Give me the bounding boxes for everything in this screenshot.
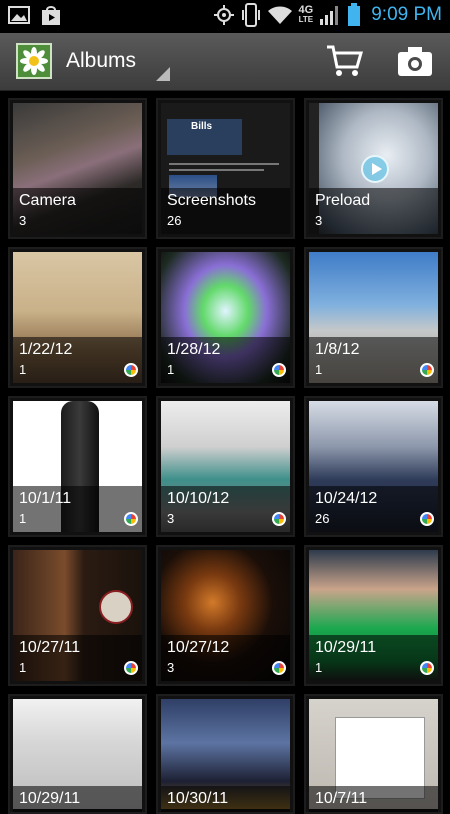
- album-name: 10/10/12: [167, 490, 230, 507]
- album-caption: 10/29/11: [13, 786, 142, 812]
- album-name: 10/29/11: [19, 790, 81, 807]
- play-icon: [361, 155, 389, 183]
- album-count: 1: [315, 362, 323, 377]
- picasa-icon: [272, 661, 286, 675]
- picasa-icon: [124, 512, 138, 526]
- album-count: 1: [19, 511, 27, 526]
- album-tile[interactable]: Camera 3: [8, 98, 147, 239]
- album-name: 10/29/11: [315, 639, 377, 656]
- status-time: 9:09 PM: [371, 4, 442, 25]
- album-caption: Preload 3: [309, 188, 438, 234]
- album-tile[interactable]: Preload 3: [304, 98, 443, 239]
- dropdown-indicator-icon[interactable]: [156, 67, 170, 81]
- albums-app-icon[interactable]: [16, 43, 52, 79]
- album-caption: 10/27/12 3: [161, 635, 290, 681]
- album-tile[interactable]: 10/29/11: [8, 694, 147, 814]
- album-tile[interactable]: 1/22/12 1: [8, 247, 147, 388]
- album-name: 10/30/11: [167, 790, 229, 807]
- album-count: 1: [167, 362, 175, 377]
- wifi-icon: [267, 6, 292, 24]
- cart-icon: [327, 45, 363, 76]
- album-count: 26: [167, 213, 182, 228]
- album-caption: Camera 3: [13, 188, 142, 234]
- album-name: 10/7/11: [315, 790, 368, 807]
- album-count: 3: [315, 213, 323, 228]
- screenshot-bills-banner: Bills: [167, 119, 242, 155]
- album-tile[interactable]: 10/30/11: [156, 694, 295, 814]
- album-count: 3: [167, 511, 175, 526]
- album-tile[interactable]: 10/7/11: [304, 694, 443, 814]
- page-title[interactable]: Albums: [66, 49, 136, 73]
- album-name: Preload: [315, 192, 371, 209]
- album-name: 1/22/12: [19, 341, 73, 358]
- picasa-icon: [420, 512, 434, 526]
- album-tile[interactable]: 10/27/12 3: [156, 545, 295, 686]
- album-tile[interactable]: 10/10/12 3: [156, 396, 295, 537]
- album-tile[interactable]: Bills Screenshots 26: [156, 98, 295, 239]
- album-name: Camera: [19, 192, 76, 209]
- album-tile[interactable]: 10/24/12 26: [304, 396, 443, 537]
- album-count: 1: [315, 660, 323, 675]
- album-name: Screenshots: [167, 192, 256, 209]
- cart-button[interactable]: [325, 43, 365, 79]
- play-store-icon: [42, 6, 60, 25]
- album-caption: 10/10/12 3: [161, 486, 290, 532]
- gps-icon: [213, 5, 234, 25]
- album-caption: 10/30/11: [161, 786, 290, 812]
- picasa-icon: [420, 661, 434, 675]
- album-name: 10/27/12: [167, 639, 230, 656]
- album-count: 3: [167, 660, 175, 675]
- battery-icon: [348, 3, 361, 26]
- camera-icon: [398, 47, 432, 76]
- image-notification-icon: [8, 6, 30, 24]
- album-caption: 1/8/12 1: [309, 337, 438, 383]
- picasa-icon: [124, 661, 138, 675]
- album-caption: 1/28/12 1: [161, 337, 290, 383]
- album-name: 1/28/12: [167, 341, 221, 358]
- album-name: 10/24/12: [315, 490, 378, 507]
- album-caption: 10/7/11: [309, 786, 438, 812]
- picasa-icon: [272, 512, 286, 526]
- album-count: 1: [19, 660, 27, 675]
- vibrate-icon: [241, 3, 260, 27]
- camera-button[interactable]: [395, 43, 435, 79]
- album-name: 1/8/12: [315, 341, 360, 358]
- album-caption: 10/27/11 1: [13, 635, 142, 681]
- album-count: 26: [315, 511, 330, 526]
- krombacher-logo: [99, 590, 133, 624]
- album-tile[interactable]: 1/28/12 1: [156, 247, 295, 388]
- network-type: 4G LTE: [298, 4, 314, 25]
- album-caption: 10/24/12 26: [309, 486, 438, 532]
- album-tile[interactable]: 1/8/12 1: [304, 247, 443, 388]
- album-count: 1: [19, 362, 27, 377]
- album-count: 3: [19, 213, 27, 228]
- screenshot-text-line: [169, 163, 279, 165]
- picasa-icon: [420, 363, 434, 377]
- album-caption: Screenshots 26: [161, 188, 290, 234]
- action-bar: Albums: [0, 33, 450, 91]
- album-name: 10/1/11: [19, 490, 72, 507]
- album-tile[interactable]: 10/1/11 1: [8, 396, 147, 537]
- picasa-icon: [124, 363, 138, 377]
- album-tile[interactable]: 10/27/11 1: [8, 545, 147, 686]
- picasa-icon: [272, 363, 286, 377]
- screenshot-text-line: [169, 169, 264, 171]
- signal-icon: [320, 6, 339, 25]
- album-caption: 1/22/12 1: [13, 337, 142, 383]
- album-grid: Camera 3 Bills Screenshots 26 Preload 3 …: [8, 98, 443, 814]
- album-caption: 10/1/11 1: [13, 486, 142, 532]
- album-name: 10/27/11: [19, 639, 81, 656]
- status-bar: 4G LTE 9:09 PM: [0, 0, 450, 33]
- album-tile[interactable]: 10/29/11 1: [304, 545, 443, 686]
- album-caption: 10/29/11 1: [309, 635, 438, 681]
